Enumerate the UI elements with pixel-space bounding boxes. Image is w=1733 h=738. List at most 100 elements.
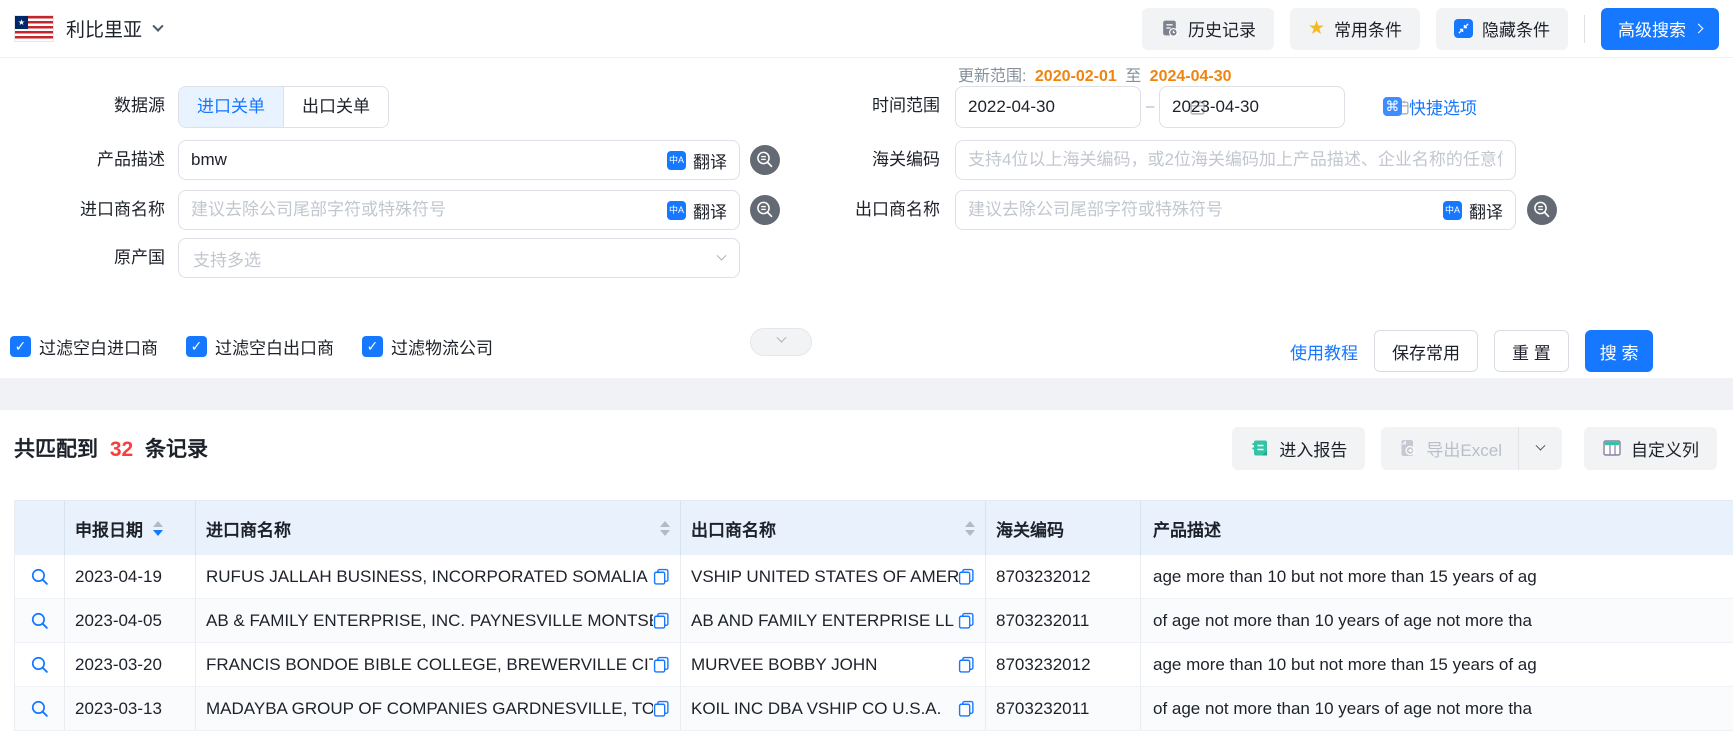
star-icon: ★ xyxy=(1308,19,1325,38)
translate-button[interactable]: 中A 翻译 xyxy=(667,148,727,173)
history-label: 历史记录 xyxy=(1188,16,1256,41)
view-detail-button[interactable] xyxy=(30,611,49,630)
table-row: 2023-04-05 AB & FAMILY ENTERPRISE, INC. … xyxy=(15,599,1733,643)
exporter-label: 出口商名称 xyxy=(752,190,940,230)
cell-importer[interactable]: MADAYBA GROUP OF COMPANIES GARDNESVILLE,… xyxy=(206,699,653,719)
header-label: 进口商名称 xyxy=(206,516,291,541)
sort-desc-icon[interactable] xyxy=(153,530,163,536)
view-detail-button[interactable] xyxy=(30,655,49,674)
chevron-down-icon xyxy=(1536,440,1546,450)
filter-label: 过滤空白出口商 xyxy=(215,334,334,359)
sort-buttons-date[interactable] xyxy=(153,521,163,536)
export-excel-button-disabled: 导出Excel xyxy=(1381,427,1518,470)
enter-report-label: 进入报告 xyxy=(1279,436,1347,461)
chevron-down-icon xyxy=(776,333,786,343)
advanced-search-button[interactable]: 高级搜索 xyxy=(1601,8,1719,50)
customize-columns-button[interactable]: 自定义列 xyxy=(1584,427,1717,470)
tutorial-link[interactable]: 使用教程 xyxy=(1290,339,1358,364)
translate-icon: 中A xyxy=(667,151,686,170)
origin-country-select[interactable]: 支持多选 xyxy=(178,238,740,278)
translate-button[interactable]: 中A 翻译 xyxy=(1443,198,1503,223)
cell-exporter[interactable]: VSHIP UNITED STATES OF AMER xyxy=(691,567,958,587)
chevron-right-icon xyxy=(1694,24,1704,34)
save-favorite-button[interactable]: 保存常用 xyxy=(1374,330,1478,372)
tab-export-declarations[interactable]: 出口关单 xyxy=(284,87,388,127)
copy-icon[interactable] xyxy=(653,612,670,629)
view-detail-button[interactable] xyxy=(30,699,49,718)
checkbox-checked-icon[interactable]: ✓ xyxy=(362,336,383,357)
cell-hs-code: 8703232012 xyxy=(986,555,1141,599)
history-button[interactable]: 历史记录 xyxy=(1142,8,1274,50)
sort-buttons-exporter[interactable] xyxy=(965,521,975,536)
copy-icon[interactable] xyxy=(958,612,975,629)
importer-input[interactable] xyxy=(191,200,667,220)
header-detail-column xyxy=(15,501,65,555)
favorites-button[interactable]: ★ 常用条件 xyxy=(1290,8,1420,50)
translate-button[interactable]: 中A 翻译 xyxy=(667,198,727,223)
tab-import-declarations[interactable]: 进口关单 xyxy=(179,87,284,127)
export-dropdown-button[interactable] xyxy=(1518,427,1562,470)
translate-icon: 中A xyxy=(1443,201,1462,220)
checkbox-checked-icon[interactable]: ✓ xyxy=(10,336,31,357)
copy-icon[interactable] xyxy=(958,700,975,717)
quick-options-label: 快捷选项 xyxy=(1409,94,1477,119)
section-divider-band xyxy=(0,378,1733,410)
expand-more-conditions-button[interactable] xyxy=(750,328,812,356)
hs-code-label: 海关编码 xyxy=(752,140,940,180)
summary-suffix: 条记录 xyxy=(145,438,208,461)
origin-country-placeholder: 支持多选 xyxy=(193,246,261,271)
hs-code-input[interactable] xyxy=(968,150,1503,170)
view-detail-button[interactable] xyxy=(30,567,49,586)
end-date-input[interactable] xyxy=(1159,86,1345,128)
report-icon xyxy=(1250,438,1270,458)
filter-logistics-company[interactable]: ✓ 过滤物流公司 xyxy=(362,334,493,359)
importer-label: 进口商名称 xyxy=(0,190,165,230)
product-desc-label: 产品描述 xyxy=(0,140,165,180)
fuzzy-search-toggle[interactable] xyxy=(1527,195,1557,225)
cell-product-desc: of age not more than 10 years of age not… xyxy=(1141,599,1733,643)
quick-options-button[interactable]: ⌘ 快捷选项 xyxy=(1383,94,1477,119)
cell-exporter[interactable]: KOIL INC DBA VSHIP CO U.S.A. xyxy=(691,699,941,719)
sort-asc-icon[interactable] xyxy=(965,521,975,527)
advanced-search-label: 高级搜索 xyxy=(1618,16,1686,41)
copy-icon[interactable] xyxy=(653,700,670,717)
cell-exporter[interactable]: MURVEE BOBBY JOHN xyxy=(691,655,877,675)
end-date-field[interactable] xyxy=(1172,97,1393,117)
sort-desc-icon[interactable] xyxy=(965,530,975,536)
collapse-icon xyxy=(1454,19,1473,38)
exporter-input[interactable] xyxy=(968,200,1443,220)
product-desc-input[interactable] xyxy=(191,150,667,170)
filter-blank-exporter[interactable]: ✓ 过滤空白出口商 xyxy=(186,334,334,359)
copy-icon[interactable] xyxy=(958,656,975,673)
cell-date: 2023-03-13 xyxy=(65,687,196,731)
hide-conditions-button[interactable]: 隐藏条件 xyxy=(1436,8,1568,50)
start-date-input[interactable] xyxy=(955,86,1141,128)
filter-blank-importer[interactable]: ✓ 过滤空白进口商 xyxy=(10,334,158,359)
sort-asc-icon[interactable] xyxy=(153,521,163,527)
results-header: 共匹配到 32 条记录 进入报告 导出Excel 自定义列 xyxy=(14,426,1717,470)
sort-buttons-importer[interactable] xyxy=(660,521,670,536)
cell-importer[interactable]: AB & FAMILY ENTERPRISE, INC. PAYNESVILLE… xyxy=(206,611,653,631)
cell-exporter[interactable]: AB AND FAMILY ENTERPRISE LL xyxy=(691,611,954,631)
search-button[interactable]: 搜 索 xyxy=(1585,330,1654,372)
cell-product-desc: age more than 10 but not more than 15 ye… xyxy=(1141,643,1733,687)
copy-icon[interactable] xyxy=(653,656,670,673)
header-product-desc: 产品描述 xyxy=(1141,501,1733,555)
cell-importer[interactable]: RUFUS JALLAH BUSINESS, INCORPORATED SOMA… xyxy=(206,567,648,587)
cell-importer[interactable]: FRANCIS BONDOE BIBLE COLLEGE, BREWERVILL… xyxy=(206,655,653,675)
copy-icon[interactable] xyxy=(958,568,975,585)
sort-desc-icon[interactable] xyxy=(660,530,670,536)
liberia-flag-icon: ★ xyxy=(14,15,54,42)
enter-report-button[interactable]: 进入报告 xyxy=(1232,427,1365,470)
sort-asc-icon[interactable] xyxy=(660,521,670,527)
cell-date: 2023-04-05 xyxy=(65,599,196,643)
cell-date: 2023-03-20 xyxy=(65,643,196,687)
country-selector[interactable]: ★ 利比里亚 xyxy=(14,15,162,42)
copy-icon[interactable] xyxy=(653,568,670,585)
table-header-row: 申报日期 进口商名称 出口商名称 海关编码 产品描述 xyxy=(15,500,1733,555)
datasource-tabs: 进口关单 出口关单 xyxy=(178,86,389,128)
checkbox-checked-icon[interactable]: ✓ xyxy=(186,336,207,357)
cell-hs-code: 8703232012 xyxy=(986,643,1141,687)
columns-icon xyxy=(1602,439,1622,457)
reset-button[interactable]: 重 置 xyxy=(1494,330,1569,372)
